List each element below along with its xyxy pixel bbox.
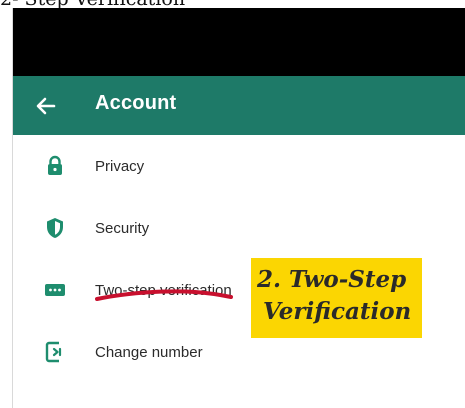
page-title: Account — [95, 92, 177, 114]
phone-change-icon — [45, 341, 62, 363]
status-bar — [13, 8, 465, 76]
shield-icon — [47, 218, 63, 238]
phone-screen: Account Privacy Security Two-step verifi… — [12, 8, 465, 408]
menu-item-label: Change number — [95, 343, 203, 361]
back-button[interactable] — [33, 93, 59, 119]
menu-item-label: Two-step verification — [95, 281, 232, 299]
menu-item-label: Privacy — [95, 157, 145, 175]
menu-item-security[interactable]: Security — [13, 197, 465, 259]
dots-icon — [45, 284, 65, 296]
arrow-left-icon — [36, 97, 56, 115]
lock-icon — [48, 155, 62, 175]
annotation-badge: 2. Two-Step Verification — [251, 258, 422, 338]
annotation-line-1: 2. Two-Step — [257, 266, 407, 293]
annotation-line-2: Verification — [263, 298, 412, 325]
app-bar: Account — [13, 76, 465, 135]
menu-item-privacy[interactable]: Privacy — [13, 135, 465, 197]
menu-item-label: Security — [95, 219, 150, 237]
